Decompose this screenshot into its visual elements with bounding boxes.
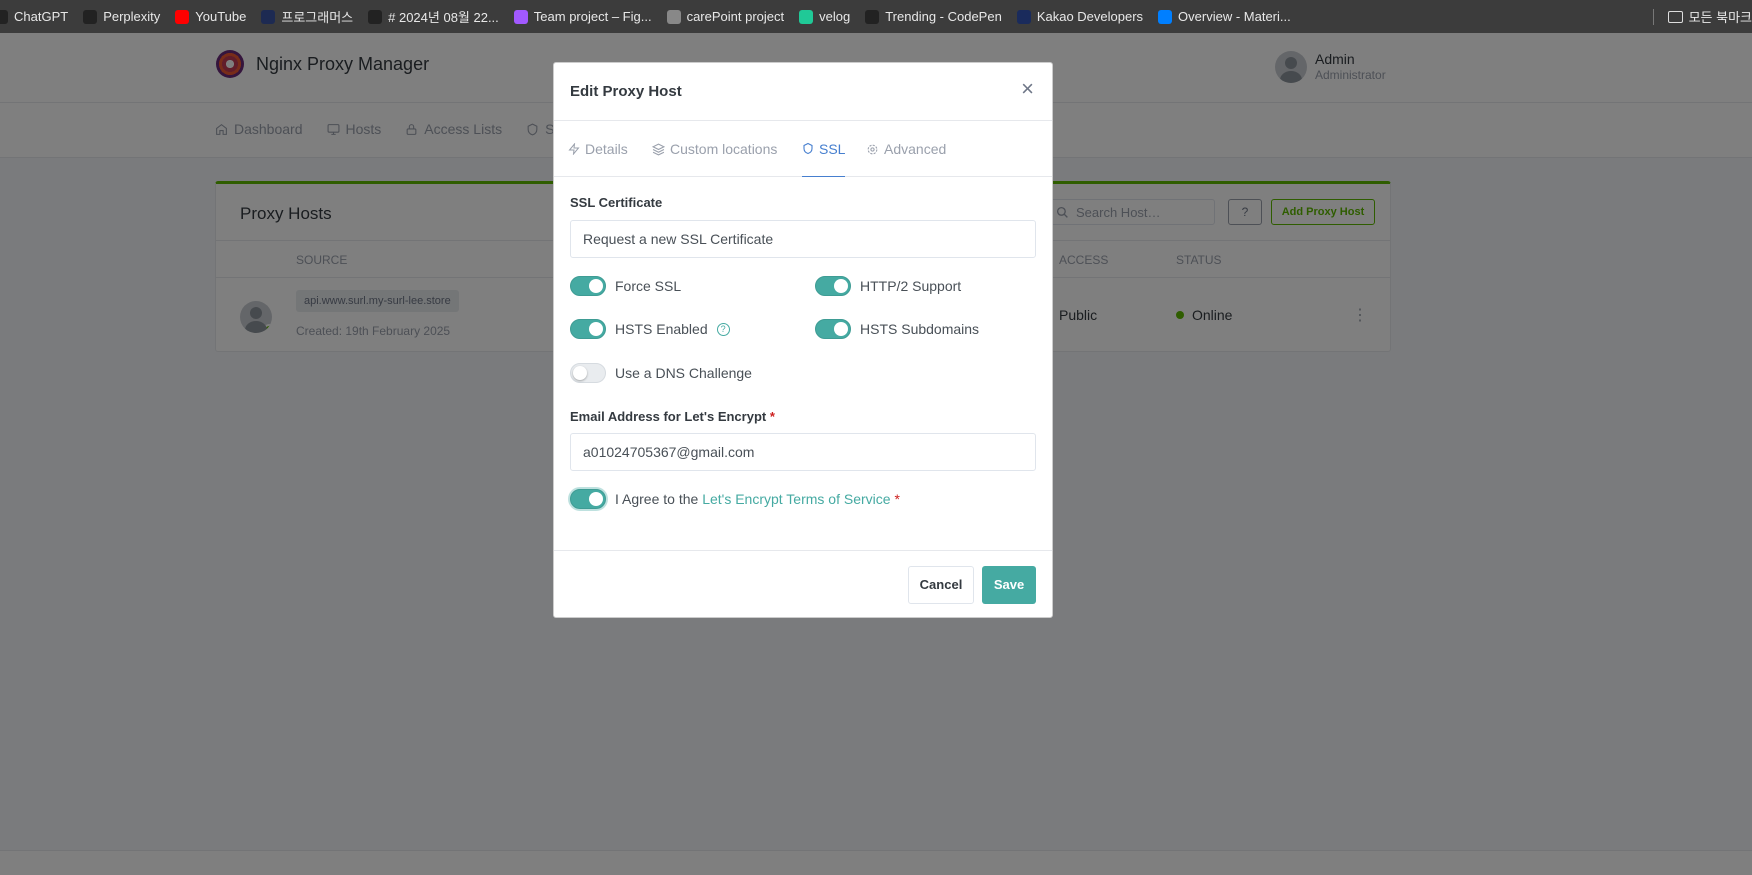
bookmark-item[interactable]: velog bbox=[799, 9, 861, 24]
velog-icon bbox=[799, 9, 814, 24]
tab-ssl[interactable]: SSL bbox=[802, 121, 846, 177]
bookmark-item[interactable]: # 2024년 08월 22... bbox=[368, 7, 510, 26]
kakao-icon bbox=[1016, 9, 1031, 24]
modal-footer: Cancel Save bbox=[554, 550, 1052, 619]
tab-custom-locations-label: Custom locations bbox=[670, 141, 778, 157]
triangle-icon bbox=[368, 9, 383, 24]
bookmark-label: Kakao Developers bbox=[1036, 9, 1144, 24]
shield-icon bbox=[803, 142, 813, 155]
tos-required-mark: * bbox=[894, 491, 900, 507]
bookmark-item[interactable]: Overview - Materi... bbox=[1158, 9, 1302, 24]
mui-icon bbox=[1158, 9, 1173, 24]
bookmark-item[interactable]: Trending - CodePen bbox=[865, 9, 1013, 24]
bookmark-label: velog bbox=[819, 9, 851, 24]
email-label: Email Address for Let's Encrypt * bbox=[570, 409, 775, 424]
dns-challenge-label: Use a DNS Challenge bbox=[615, 365, 752, 381]
bookmark-label: # 2024년 08월 22... bbox=[388, 10, 499, 25]
cancel-button[interactable]: Cancel bbox=[908, 566, 974, 604]
close-icon[interactable]: × bbox=[1021, 78, 1034, 100]
bookmark-item[interactable]: 프로그래머스 bbox=[261, 7, 364, 26]
question-circle-icon[interactable]: ? bbox=[716, 322, 730, 336]
modal-header: Edit Proxy Host × bbox=[554, 63, 1052, 121]
tab-advanced-label: Advanced bbox=[884, 141, 947, 157]
tos-link[interactable]: Let's Encrypt Terms of Service bbox=[702, 491, 890, 507]
hsts-toggle[interactable]: HSTS Enabled ? bbox=[570, 319, 730, 339]
bookmark-label: ChatGPT bbox=[14, 9, 69, 24]
ssl-certificate-select[interactable]: Request a new SSL Certificate bbox=[570, 220, 1036, 258]
bookmark-label: YouTube bbox=[195, 9, 247, 24]
edit-proxy-host-modal: Edit Proxy Host × Details Custom locatio… bbox=[553, 62, 1053, 618]
force-ssl-label: Force SSL bbox=[615, 278, 682, 294]
dns-challenge-switch[interactable] bbox=[570, 363, 606, 383]
layers-icon bbox=[652, 142, 665, 156]
hsts-subdomains-toggle[interactable]: HSTS Subdomains bbox=[815, 319, 979, 339]
bookmark-label: Team project – Fig... bbox=[533, 9, 652, 24]
agree-tos-toggle[interactable]: I Agree to the Let's Encrypt Terms of Se… bbox=[570, 489, 900, 509]
figma-icon bbox=[513, 9, 528, 24]
ssl-certificate-label: SSL Certificate bbox=[570, 195, 663, 210]
folder-icon bbox=[1667, 10, 1683, 23]
dns-challenge-toggle[interactable]: Use a DNS Challenge bbox=[570, 363, 752, 383]
youtube-icon bbox=[175, 9, 190, 24]
agree-prefix: I Agree to the bbox=[615, 491, 699, 507]
zap-icon bbox=[568, 143, 580, 155]
bookmarks-bar: ChatGPT Perplexity YouTube 프로그래머스 # 2024년 08… bbox=[0, 0, 1752, 33]
chatgpt-icon bbox=[0, 9, 8, 24]
agree-tos-switch[interactable] bbox=[570, 489, 606, 509]
http2-switch[interactable] bbox=[815, 276, 851, 296]
all-bookmarks-label: 모든 북마크 bbox=[1688, 10, 1752, 25]
tab-details-label: Details bbox=[585, 141, 628, 157]
agree-tos-label: I Agree to the Let's Encrypt Terms of Se… bbox=[615, 491, 900, 507]
bookmark-item[interactable]: Perplexity bbox=[83, 9, 171, 24]
bookmark-item[interactable]: Team project – Fig... bbox=[513, 9, 663, 24]
force-ssl-toggle[interactable]: Force SSL bbox=[570, 276, 681, 296]
force-ssl-switch[interactable] bbox=[570, 276, 606, 296]
bookmark-item[interactable]: Kakao Developers bbox=[1016, 9, 1154, 24]
bookmarks-separator bbox=[1652, 8, 1654, 25]
carepoint-icon bbox=[666, 9, 681, 24]
perplexity-icon bbox=[83, 9, 98, 24]
required-mark: * bbox=[769, 409, 775, 424]
tab-ssl-label: SSL bbox=[819, 140, 846, 157]
email-input[interactable]: a01024705367@gmail.com bbox=[570, 433, 1036, 471]
bookmark-label: Perplexity bbox=[103, 9, 161, 24]
modal-title: Edit Proxy Host bbox=[570, 83, 682, 100]
tab-details[interactable]: Details bbox=[568, 121, 628, 177]
bookmark-item[interactable]: YouTube bbox=[175, 9, 257, 24]
bookmark-item[interactable]: ChatGPT bbox=[0, 9, 79, 24]
tab-custom-locations[interactable]: Custom locations bbox=[652, 121, 777, 177]
bookmark-label: 프로그래머스 bbox=[281, 10, 354, 25]
hsts-subdomains-switch[interactable] bbox=[815, 319, 851, 339]
bookmark-item[interactable]: carePoint project bbox=[666, 9, 796, 24]
hsts-switch[interactable] bbox=[570, 319, 606, 339]
bookmark-list: ChatGPT Perplexity YouTube 프로그래머스 # 2024년 08… bbox=[0, 7, 1306, 26]
gear-icon bbox=[867, 144, 878, 154]
email-label-text: Email Address for Let's Encrypt bbox=[570, 409, 767, 424]
hsts-label: HSTS Enabled bbox=[615, 321, 708, 337]
bookmark-label: carePoint project bbox=[686, 9, 785, 24]
programmers-icon bbox=[261, 9, 276, 24]
codepen-icon bbox=[865, 9, 880, 24]
all-bookmarks-folder[interactable]: 모든 북마크 bbox=[1667, 7, 1752, 26]
save-button[interactable]: Save bbox=[982, 566, 1036, 604]
hsts-subdomains-label: HSTS Subdomains bbox=[860, 321, 980, 337]
bookmark-label: Overview - Materi... bbox=[1178, 9, 1291, 24]
http2-toggle[interactable]: HTTP/2 Support bbox=[815, 276, 961, 296]
http2-label: HTTP/2 Support bbox=[860, 278, 962, 294]
modal-tabs: Details Custom locations SSL Advanced bbox=[554, 121, 1052, 177]
bookmark-label: Trending - CodePen bbox=[885, 9, 1002, 24]
tab-advanced[interactable]: Advanced bbox=[866, 121, 946, 177]
